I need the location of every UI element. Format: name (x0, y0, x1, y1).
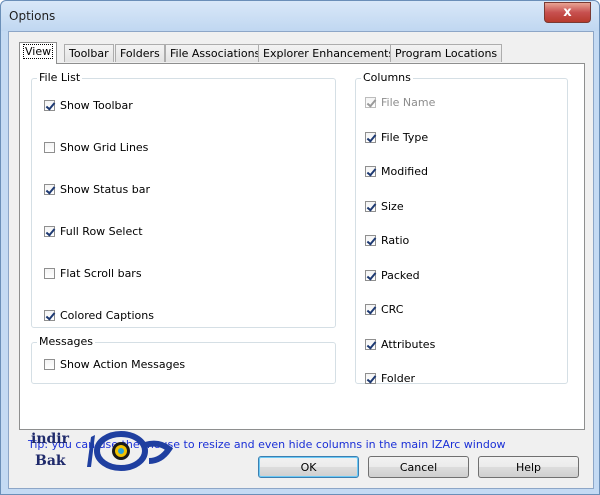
checkbox-box (44, 359, 55, 370)
checkbox-box (44, 142, 55, 153)
checkbox-box (365, 166, 376, 177)
flat-scroll-bars-checkbox[interactable]: Flat Scroll bars (44, 267, 142, 280)
checkbox-label: Show Toolbar (60, 99, 133, 112)
messages-group: Messages Show Action Messages (31, 335, 336, 384)
columns-group-title: Columns (361, 71, 413, 84)
logo-text-indir: indir (31, 431, 70, 447)
tab-program-locations[interactable]: Program Locations (390, 44, 503, 62)
file-name-checkbox: File Name (365, 96, 435, 109)
logo-text-bak: Bak (35, 453, 66, 469)
tab-view[interactable]: View (19, 42, 58, 64)
tab-explorer-enhancements[interactable]: Explorer Enhancements (258, 44, 400, 62)
checkbox-label: Flat Scroll bars (60, 267, 142, 280)
checkbox-box (44, 226, 55, 237)
attributes-checkbox[interactable]: Attributes (365, 338, 435, 351)
options-dialog: Options x View Toolbar Folders File Asso… (0, 0, 600, 495)
checkbox-box (44, 184, 55, 195)
tab-folders[interactable]: Folders (115, 44, 165, 62)
checkbox-label: CRC (381, 303, 404, 316)
eye-logo-icon: indir Bak (31, 431, 174, 471)
tab-label: Toolbar (69, 47, 109, 60)
checkbox-box (365, 339, 376, 350)
messages-group-title: Messages (37, 335, 95, 348)
checkbox-box (365, 132, 376, 143)
ok-button[interactable]: OK (258, 456, 359, 478)
button-label: Help (515, 460, 542, 474)
size-checkbox[interactable]: Size (365, 200, 404, 213)
tab-label: File Associations (170, 47, 261, 60)
file-list-group: File List Show Toolbar Show Grid Lines S… (31, 71, 336, 328)
checkbox-box (365, 373, 376, 384)
show-toolbar-checkbox[interactable]: Show Toolbar (44, 99, 133, 112)
button-label: Cancel (399, 460, 438, 474)
checkbox-label: Packed (381, 269, 420, 282)
folder-checkbox[interactable]: Folder (365, 372, 415, 385)
checkbox-label: Modified (381, 165, 428, 178)
crc-checkbox[interactable]: CRC (365, 303, 403, 316)
checkbox-label: Attributes (381, 338, 436, 351)
view-tab-panel: File List Show Toolbar Show Grid Lines S… (19, 63, 585, 451)
full-row-select-checkbox[interactable]: Full Row Select (44, 225, 143, 238)
tab-file-associations[interactable]: File Associations (165, 44, 266, 62)
close-button[interactable]: x (544, 2, 591, 23)
tab-label: Program Locations (395, 47, 498, 60)
checkbox-box (44, 268, 55, 279)
checkbox-label: File Type (381, 131, 429, 144)
tab-label: Explorer Enhancements (263, 47, 395, 60)
checkbox-box (365, 304, 376, 315)
tab-label: Folders (120, 47, 160, 60)
indirbak-logo: indir Bak (29, 427, 189, 476)
checkbox-box (44, 100, 55, 111)
checkbox-box (365, 201, 376, 212)
columns-group: Columns File Name File Type Modified Siz… (355, 71, 568, 385)
file-type-checkbox[interactable]: File Type (365, 131, 428, 144)
checkbox-box (365, 235, 376, 246)
packed-checkbox[interactable]: Packed (365, 269, 420, 282)
dialog-client: View Toolbar Folders File Associations E… (8, 31, 594, 489)
checkbox-label: File Name (381, 96, 436, 109)
checkbox-label: Show Grid Lines (60, 141, 149, 154)
colored-captions-checkbox[interactable]: Colored Captions (44, 309, 154, 322)
file-list-group-title: File List (37, 71, 83, 84)
show-action-messages-checkbox[interactable]: Show Action Messages (44, 358, 185, 371)
ratio-checkbox[interactable]: Ratio (365, 234, 409, 247)
show-grid-lines-checkbox[interactable]: Show Grid Lines (44, 141, 148, 154)
checkbox-label: Full Row Select (60, 225, 143, 238)
checkbox-box (44, 310, 55, 321)
checkbox-box (365, 97, 376, 108)
checkbox-label: Show Action Messages (60, 358, 186, 371)
tab-toolbar[interactable]: Toolbar (64, 44, 114, 62)
title-bar[interactable]: Options x (1, 1, 599, 31)
show-status-bar-checkbox[interactable]: Show Status bar (44, 183, 150, 196)
checkbox-label: Colored Captions (60, 309, 154, 322)
checkbox-box (365, 270, 376, 281)
checkbox-label: Folder (381, 372, 415, 385)
modified-checkbox[interactable]: Modified (365, 165, 428, 178)
checkbox-label: Size (381, 200, 404, 213)
tab-label: View (22, 44, 54, 59)
help-button[interactable]: Help (478, 456, 579, 478)
close-icon: x (563, 5, 572, 20)
cancel-button[interactable]: Cancel (368, 456, 469, 478)
window-title: Options (9, 9, 56, 23)
checkbox-label: Show Status bar (60, 183, 150, 196)
checkbox-label: Ratio (381, 234, 410, 247)
button-label: OK (300, 460, 317, 474)
